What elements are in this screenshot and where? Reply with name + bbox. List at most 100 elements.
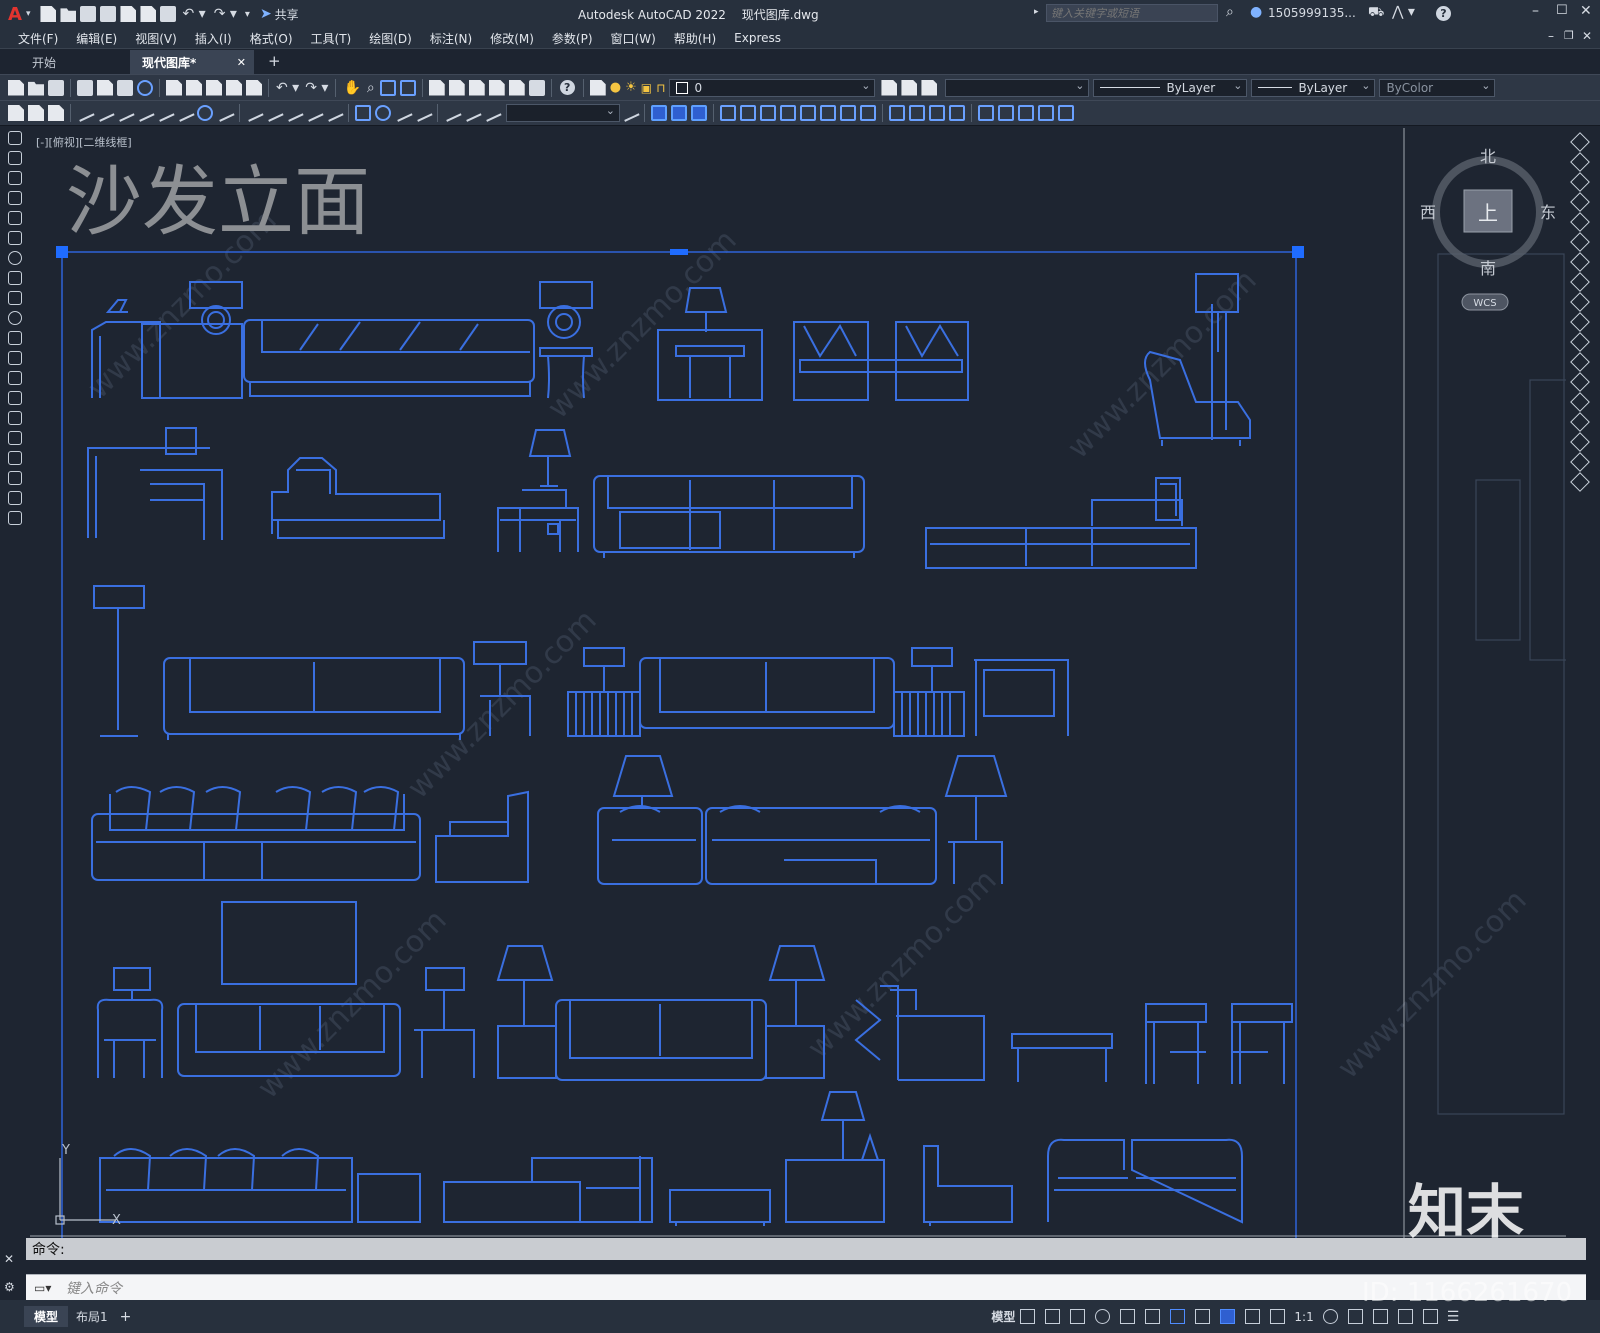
blend-curves-icon[interactable] (1570, 452, 1590, 472)
inspection-icon[interactable] (393, 104, 413, 122)
search-input[interactable] (1046, 4, 1218, 22)
rotate-icon[interactable] (780, 105, 796, 121)
text-front-icon[interactable] (28, 105, 44, 121)
explode-icon[interactable] (1570, 472, 1590, 492)
ellipse-icon[interactable] (8, 311, 22, 325)
plot-icon[interactable] (160, 6, 177, 22)
point-icon[interactable] (8, 391, 22, 405)
scale-icon[interactable] (1570, 272, 1590, 292)
angular-dim-icon[interactable] (215, 104, 235, 122)
tab-current-drawing[interactable]: 现代图库* ✕ (130, 50, 254, 74)
menu-insert[interactable]: 插入(I) (191, 30, 236, 47)
viewcube-west[interactable]: 西 (1420, 203, 1436, 222)
menu-draw[interactable]: 绘图(D) (365, 30, 416, 47)
linetype-dropdown[interactable]: ByLayer (1093, 78, 1248, 97)
tool-palettes-icon[interactable] (468, 79, 485, 96)
save-icon[interactable] (48, 79, 64, 96)
continue-dim-icon[interactable] (284, 104, 304, 122)
explode-icon[interactable] (978, 105, 994, 121)
help-icon[interactable]: ? (1436, 6, 1451, 21)
grip-handle[interactable] (56, 246, 68, 258)
copy-icon[interactable] (1570, 152, 1590, 172)
command-recent-icon[interactable]: ▭▾ (34, 1281, 51, 1295)
trim-icon[interactable] (1570, 312, 1590, 332)
ordinate-dim-icon[interactable] (135, 104, 155, 122)
paste-icon[interactable] (206, 79, 222, 96)
revision-cloud-icon[interactable] (8, 271, 22, 285)
plot-style-dropdown[interactable]: ByColor (1379, 78, 1496, 97)
close-command-line-icon[interactable]: ✕ (4, 1252, 24, 1266)
extend-icon[interactable] (860, 105, 876, 121)
layout-tab-layout1[interactable]: 布局1 (76, 1308, 108, 1325)
plot-preview-icon[interactable] (97, 79, 113, 96)
erase-icon[interactable] (1570, 132, 1590, 152)
block-editor-icon[interactable] (246, 79, 262, 96)
radius-dim-icon[interactable] (155, 104, 175, 122)
dim-front-icon[interactable] (48, 105, 64, 121)
menu-express[interactable]: Express (730, 31, 785, 45)
add-layout-icon[interactable]: + (120, 1309, 132, 1325)
array-icon[interactable] (740, 105, 756, 121)
ortho-icon[interactable] (1070, 1309, 1086, 1324)
maximize-window-icon[interactable]: ☐ (1556, 3, 1568, 18)
layer-lock-icon[interactable]: ⊓ (656, 81, 665, 95)
arc-icon[interactable] (8, 231, 22, 245)
customize-qat-icon[interactable]: ▾ (245, 9, 250, 20)
join-icon[interactable] (909, 105, 925, 121)
scale-icon[interactable] (800, 105, 816, 121)
new-tab-icon[interactable]: + (268, 52, 281, 70)
zoom-realtime-icon[interactable]: ⌕ (367, 80, 375, 96)
stretch-icon[interactable] (1570, 292, 1590, 312)
isodraft-icon[interactable] (1120, 1309, 1136, 1324)
undo-icon[interactable]: ↶ ▾ (276, 80, 299, 96)
autodesk-a360-icon[interactable]: ⋀ ▾ (1392, 4, 1415, 20)
help-icon[interactable]: ? (559, 80, 575, 95)
grid-icon[interactable] (1020, 1309, 1036, 1324)
dim-update-icon[interactable] (482, 104, 502, 122)
command-input-row[interactable]: ▭▾ 键入命令 (26, 1274, 1586, 1300)
tab-start[interactable]: 开始 (20, 50, 130, 74)
3d-print-icon[interactable] (137, 79, 153, 96)
plot-icon[interactable] (77, 79, 93, 96)
linear-dim-icon[interactable] (75, 104, 95, 122)
annotation-monitor-icon[interactable] (1347, 1309, 1363, 1324)
move-icon[interactable] (760, 105, 776, 121)
line-icon[interactable] (8, 131, 22, 145)
cart-icon[interactable]: ⛟ (1368, 5, 1384, 22)
menu-modify[interactable]: 修改(M) (486, 30, 538, 47)
auto-scale-icon[interactable] (1245, 1309, 1261, 1324)
color-control-dropdown[interactable] (945, 78, 1090, 97)
undo-icon[interactable]: ↶ ▾ (182, 6, 205, 22)
offset-icon[interactable] (720, 105, 736, 121)
chamfer-icon[interactable] (1570, 412, 1590, 432)
viewcube-top-label[interactable]: 上 (1478, 201, 1498, 225)
publish-icon[interactable] (117, 79, 133, 96)
jogged-linear-icon[interactable] (413, 104, 433, 122)
make-block-icon[interactable] (8, 371, 22, 385)
user-icon[interactable]: ● (1250, 4, 1262, 20)
make-current-layer-icon[interactable] (881, 79, 898, 96)
gradient-icon[interactable] (8, 431, 22, 445)
region-icon[interactable] (8, 451, 22, 465)
baseline-dim-icon[interactable] (264, 104, 284, 122)
hardware-acceleration-icon[interactable] (1397, 1309, 1413, 1324)
hatch-icon[interactable] (8, 411, 22, 425)
copy-icon[interactable] (186, 79, 202, 96)
menu-tools[interactable]: 工具(T) (307, 30, 356, 47)
stretch-icon[interactable] (820, 105, 836, 121)
annotation-scale-value[interactable]: 1:1 (1294, 1310, 1313, 1324)
new-icon[interactable] (40, 6, 57, 22)
qnew-icon[interactable] (8, 79, 24, 96)
user-name[interactable]: 1505999135... (1268, 6, 1356, 20)
autocad-logo-icon[interactable]: A (8, 4, 22, 25)
workspace-switching-icon[interactable] (1322, 1309, 1338, 1324)
trim-icon[interactable] (840, 105, 856, 121)
layer-viewport-icon[interactable]: ▣ (641, 81, 652, 95)
layer-freeze-icon[interactable]: ☀ (625, 80, 637, 95)
extend-icon[interactable] (1570, 332, 1590, 352)
fillet-icon[interactable] (949, 105, 965, 121)
viewcube-north[interactable]: 北 (1480, 147, 1496, 166)
array-icon[interactable] (1570, 212, 1590, 232)
grip-handle[interactable] (670, 249, 688, 255)
move-icon[interactable] (1570, 232, 1590, 252)
